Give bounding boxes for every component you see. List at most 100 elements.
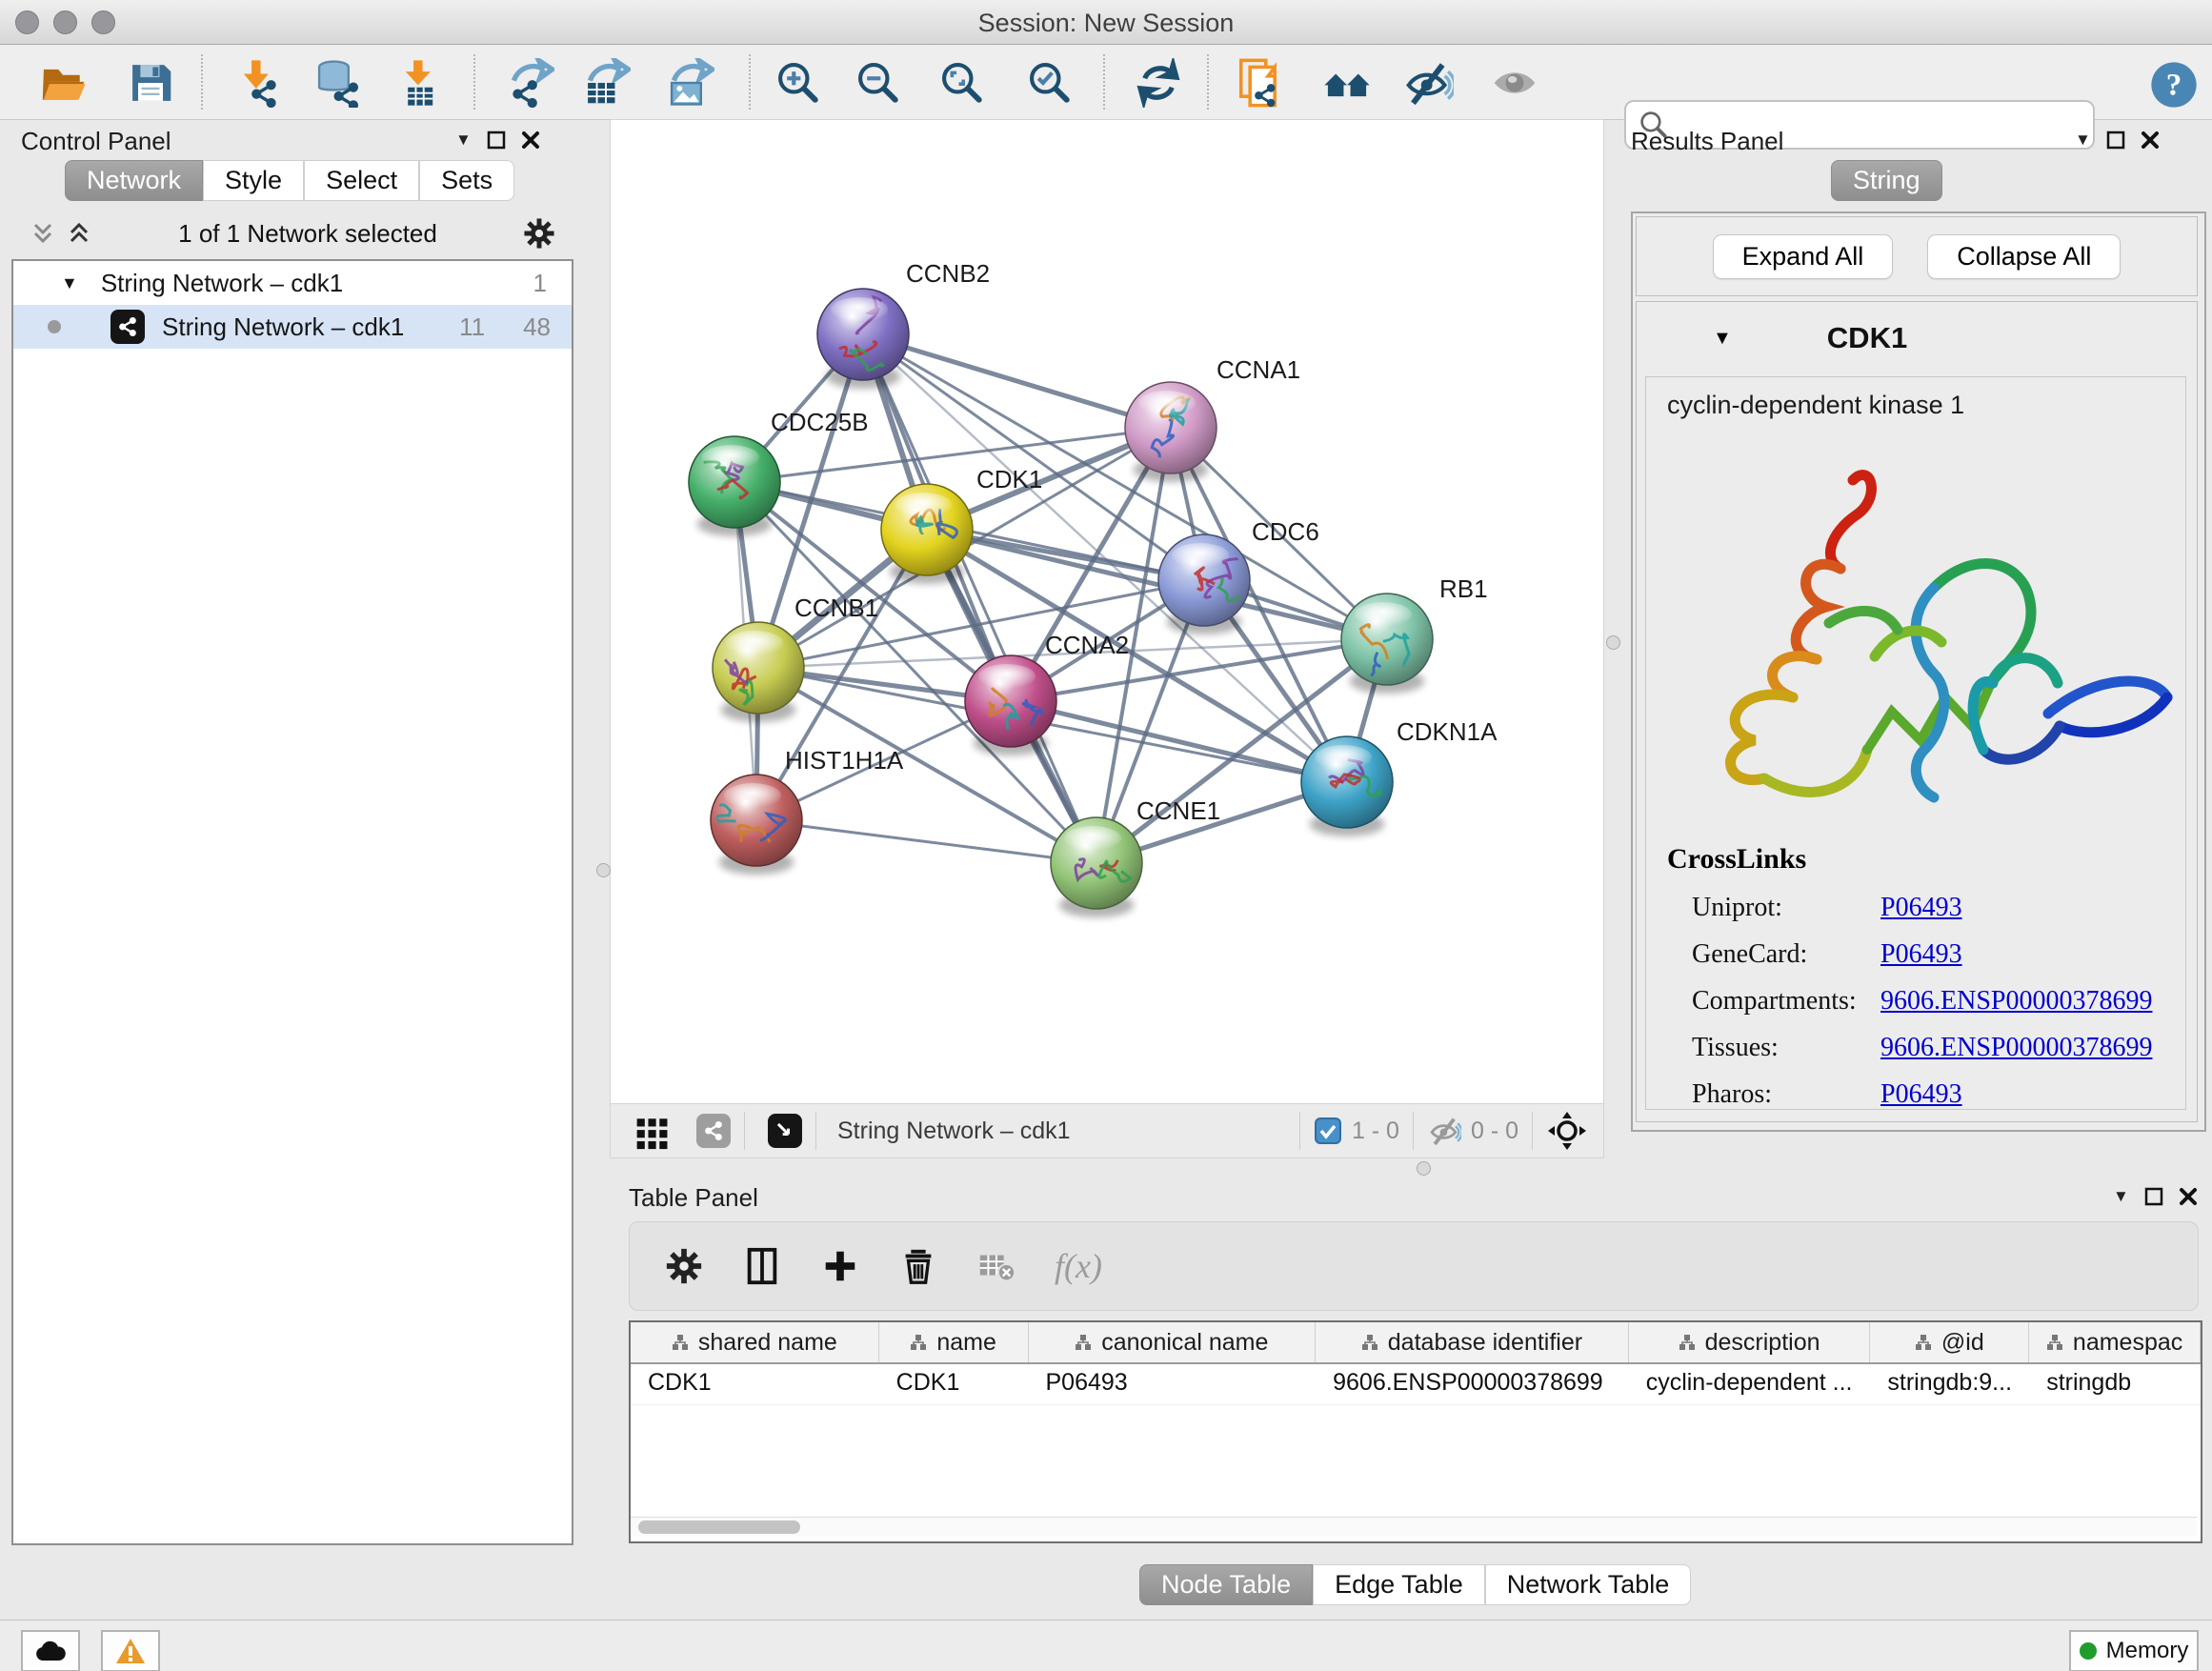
node-label: CCNB1 — [794, 594, 878, 622]
collapse-all-button[interactable]: Collapse All — [1927, 234, 2121, 279]
import-table-icon[interactable] — [394, 58, 444, 108]
network-options-gear-icon[interactable] — [522, 216, 556, 251]
home-networks-icon[interactable] — [1322, 58, 1372, 108]
warnings-button[interactable] — [101, 1630, 160, 1671]
crosslink-link[interactable]: 9606.ENSP00000378699 — [1880, 1033, 2152, 1063]
tab-sets[interactable]: Sets — [419, 160, 514, 201]
crosslink-link[interactable]: P06493 — [1880, 939, 1962, 970]
panel-float-icon[interactable] — [2106, 131, 2125, 150]
panel-menu-icon[interactable]: ▼ — [455, 131, 472, 150]
splitter-handle[interactable] — [1606, 635, 1620, 650]
network-row-selected[interactable]: String Network – cdk1 11 48 — [13, 305, 572, 349]
help-icon[interactable]: ? — [2149, 60, 2199, 110]
network-node-ccna1[interactable] — [1125, 382, 1217, 482]
add-column-icon[interactable] — [820, 1246, 860, 1286]
table-horizontal-scrollbar[interactable] — [631, 1517, 2197, 1537]
tree-expand-icon[interactable]: ▼ — [61, 273, 78, 293]
current-network-dot-icon — [48, 320, 61, 333]
network-edge[interactable] — [863, 334, 1171, 428]
crosslink-link[interactable]: P06493 — [1880, 1079, 1962, 1110]
zoom-fit-icon[interactable] — [937, 58, 987, 108]
network-node-rb1[interactable] — [1341, 594, 1433, 694]
panel-close-icon[interactable] — [2141, 131, 2160, 150]
import-network-from-database-icon[interactable] — [312, 58, 362, 108]
scrollbar-thumb[interactable] — [638, 1520, 800, 1534]
network-node-cdc25b[interactable] — [689, 436, 780, 536]
tab-network-table[interactable]: Network Table — [1485, 1564, 1692, 1605]
panel-menu-icon[interactable]: ▼ — [2075, 131, 2091, 150]
export-image-icon[interactable] — [665, 58, 714, 108]
zoom-in-icon[interactable] — [774, 58, 823, 108]
expand-all-icon[interactable] — [29, 219, 57, 248]
table-row[interactable]: CDK1CDK1P064939606.ENSP00000378699cyclin… — [631, 1364, 2201, 1405]
panel-close-icon[interactable] — [521, 131, 540, 150]
panel-close-icon[interactable] — [2179, 1187, 2198, 1206]
memory-button[interactable]: Memory — [2069, 1630, 2199, 1671]
fit-content-crosshair-icon[interactable] — [1546, 1110, 1588, 1152]
refresh-icon[interactable] — [1134, 58, 1183, 108]
column-header-shared-name[interactable]: shared name — [631, 1322, 879, 1362]
column-header-canonical-name[interactable]: canonical name — [1029, 1322, 1317, 1362]
tab-select[interactable]: Select — [304, 160, 419, 201]
tab-style[interactable]: Style — [203, 160, 304, 201]
show-all-icon[interactable] — [1490, 58, 1539, 108]
expand-all-button[interactable]: Expand All — [1713, 234, 1894, 279]
column-header--id[interactable]: @id — [1870, 1322, 2029, 1362]
zoom-selected-icon[interactable] — [1025, 58, 1075, 108]
network-edge[interactable] — [863, 334, 1096, 863]
table-options-gear-icon[interactable] — [664, 1246, 704, 1286]
zoom-out-icon[interactable] — [854, 58, 903, 108]
save-session-icon[interactable] — [126, 58, 175, 108]
crosslink-row: Uniprot:P06493 — [1692, 893, 2185, 923]
export-network-icon[interactable] — [505, 58, 554, 108]
network-badge-icon[interactable] — [696, 1114, 731, 1148]
tab-edge-table[interactable]: Edge Table — [1313, 1564, 1485, 1605]
crosslink-link[interactable]: P06493 — [1880, 893, 1962, 923]
node-label: RB1 — [1439, 574, 1488, 603]
network-node-ccna2[interactable] — [965, 655, 1056, 755]
collapse-all-icon[interactable] — [65, 219, 93, 248]
network-node-ccne1[interactable] — [1051, 817, 1142, 917]
crosslink-row: Compartments:9606.ENSP00000378699 — [1692, 986, 2185, 1017]
import-network-icon[interactable] — [232, 58, 282, 108]
column-header-name[interactable]: name — [879, 1322, 1029, 1362]
column-header-database-identifier[interactable]: database identifier — [1316, 1322, 1629, 1362]
results-panel-title: Results Panel — [1631, 127, 1783, 156]
column-header-namespac[interactable]: namespac — [2029, 1322, 2201, 1362]
window-title: Session: New Session — [0, 9, 2212, 38]
protein-section-header[interactable]: ▼ CDK1 — [1637, 302, 2197, 374]
cloud-status-button[interactable] — [21, 1630, 80, 1671]
splitter-handle[interactable] — [596, 863, 611, 877]
delete-column-icon[interactable] — [898, 1246, 938, 1286]
crosslink-link[interactable]: 9606.ENSP00000378699 — [1880, 986, 2152, 1017]
section-collapse-icon[interactable]: ▼ — [1713, 328, 1732, 350]
toolbar-separator — [473, 54, 475, 110]
open-session-icon[interactable] — [38, 58, 88, 108]
hide-selected-icon[interactable] — [1404, 58, 1454, 108]
network-node-ccnb2[interactable] — [817, 289, 909, 389]
grid-view-icon[interactable] — [633, 1112, 672, 1150]
crosslinks-title: CrossLinks — [1667, 843, 2185, 876]
selected-checkbox-icon[interactable] — [1314, 1117, 1342, 1145]
tab-string[interactable]: String — [1831, 160, 1942, 201]
export-table-icon[interactable] — [581, 58, 631, 108]
panel-float-icon[interactable] — [2144, 1187, 2163, 1206]
show-columns-icon[interactable] — [742, 1246, 782, 1286]
panel-float-icon[interactable] — [487, 131, 506, 150]
panel-menu-icon[interactable]: ▼ — [2113, 1187, 2129, 1206]
network-node-hist1h1a[interactable] — [711, 775, 802, 875]
network-canvas[interactable]: CCNB2CCNA1CDC25BCDK1CDC6RB1CCNB1CCNA2CDK… — [610, 119, 1604, 1104]
tab-node-table[interactable]: Node Table — [1139, 1564, 1313, 1605]
tab-network[interactable]: Network — [65, 160, 203, 201]
network-node-ccnb1[interactable] — [713, 622, 804, 722]
network-node-cdc6[interactable] — [1158, 534, 1250, 634]
memory-label: Memory — [2106, 1638, 2189, 1664]
birdseye-view-icon[interactable] — [768, 1114, 802, 1148]
network-edge[interactable] — [756, 820, 1096, 863]
first-neighbors-icon[interactable] — [1237, 58, 1286, 108]
network-collection-row[interactable]: ▼ String Network – cdk1 1 — [13, 261, 572, 305]
node-label: CCNA1 — [1217, 355, 1300, 384]
network-node-cdkn1a[interactable] — [1301, 736, 1393, 836]
column-header-description[interactable]: description — [1629, 1322, 1871, 1362]
network-node-cdk1[interactable] — [881, 484, 973, 584]
